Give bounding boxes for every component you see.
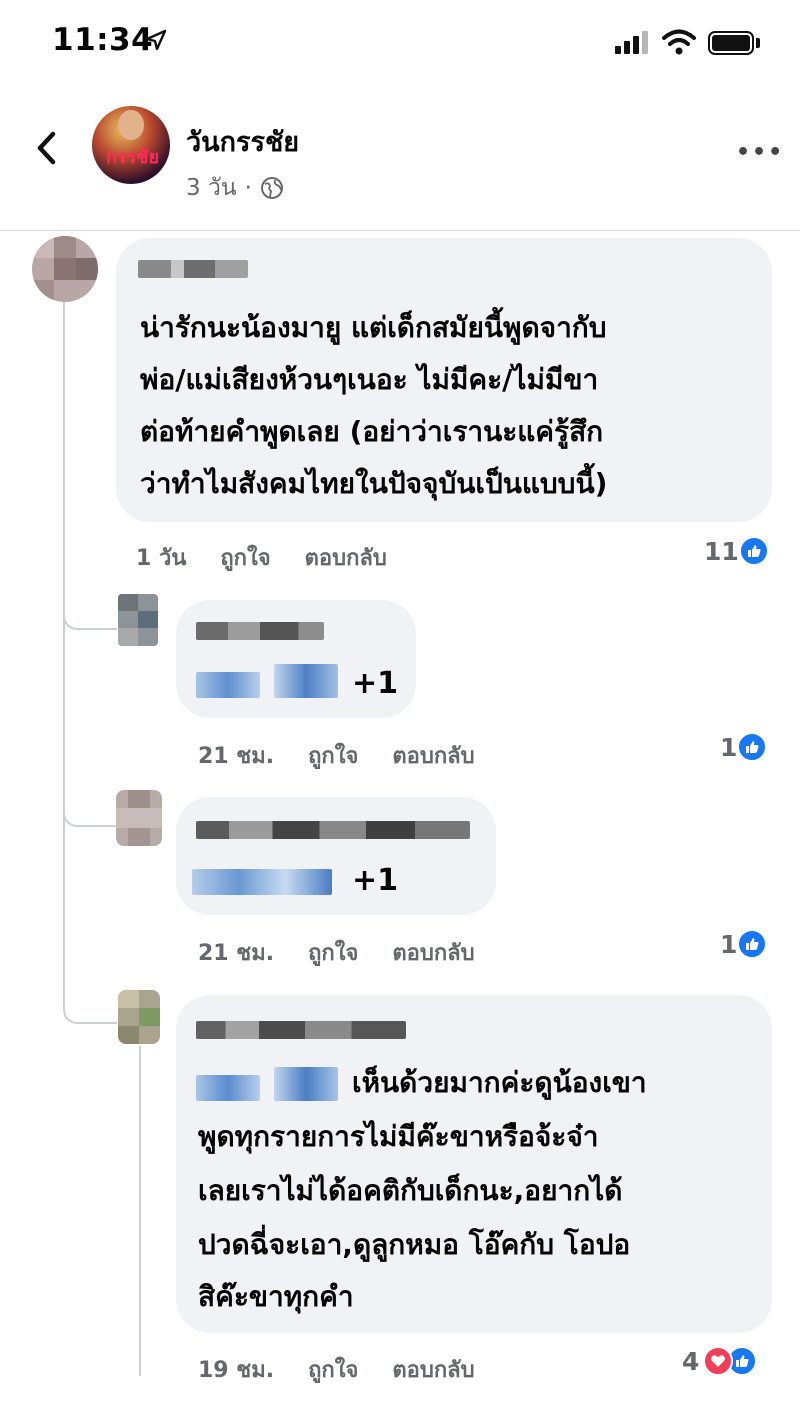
comment-text-line: พูดทุกรายการไม่มีค๊ะขาหรือจ้ะจ๋า xyxy=(198,1120,599,1153)
comment-text-line: ต่อท้ายคำพูดเลย (อย่าว่าเรานะแค่รู้สึก xyxy=(140,415,604,448)
status-time: 11:34 xyxy=(52,22,154,58)
signal-icon xyxy=(615,30,655,54)
comment-bubble[interactable]: น่ารักนะน้องมายู แต่เด็กสมัยนี้พูดจากับ … xyxy=(116,238,772,522)
battery-nub xyxy=(756,38,760,48)
post-meta: 3 วัน · xyxy=(186,170,284,206)
thread-branch xyxy=(63,994,117,1024)
blurred-mention-tag xyxy=(274,1067,338,1101)
avatar-face xyxy=(118,110,144,140)
comment-bubble[interactable]: +1 xyxy=(176,600,416,718)
status-bar: 11:34 xyxy=(0,0,800,90)
location-arrow-icon xyxy=(145,29,167,51)
comment-text: +1 xyxy=(352,666,399,701)
comment-actions: 21 ชม. ถูกใจ ตอบกลับ xyxy=(198,738,475,773)
battery-icon xyxy=(708,31,754,55)
reaction-number: 1 xyxy=(720,929,738,959)
back-chevron-icon[interactable] xyxy=(28,128,68,168)
comment-time[interactable]: 19 ชม. xyxy=(198,1352,274,1387)
thread-line xyxy=(63,302,65,1007)
comment-actions: 1 วัน ถูกใจ ตอบกลับ xyxy=(136,540,387,575)
blurred-mention-tag xyxy=(196,672,260,698)
comment-text-line: น่ารักนะน้องมายู แต่เด็กสมัยนี้พูดจากับ xyxy=(140,311,607,344)
page-name[interactable]: วันกรรชัย xyxy=(186,120,299,163)
commenter-avatar[interactable] xyxy=(118,990,160,1044)
more-icon[interactable]: ••• xyxy=(736,140,784,165)
comment-text-line: พ่อ/แม่เสียงห้วนๆเนอะ ไม่มีคะ/ไม่มีขา xyxy=(140,363,599,396)
blurred-mention-tag xyxy=(196,1075,260,1101)
like-icon xyxy=(737,929,768,959)
blurred-author-name xyxy=(138,260,248,278)
blurred-mention-tag xyxy=(274,664,338,698)
post-age[interactable]: 3 วัน xyxy=(186,170,237,206)
like-action[interactable]: ถูกใจ xyxy=(308,1352,358,1387)
wifi-icon xyxy=(662,29,696,55)
commenter-avatar[interactable] xyxy=(32,236,98,302)
reaction-number: 11 xyxy=(704,536,739,566)
thread-branch xyxy=(63,600,117,630)
comment-text-line: ปวดฉี่จะเอา,ดูลูกหมอ โอ๊คกับ โอปอ xyxy=(198,1228,631,1261)
comment-text-line: เห็นด้วยมากค่ะดูน้องเขา xyxy=(352,1066,647,1099)
globe-icon xyxy=(260,177,283,199)
avatar-logo: กรรชัย xyxy=(106,147,159,168)
reaction-number: 1 xyxy=(720,732,738,762)
comment-actions: 19 ชม. ถูกใจ ตอบกลับ xyxy=(198,1352,475,1387)
blurred-author-name xyxy=(196,622,324,640)
comment-text-line: เลยเราไม่ได้อคติกับเด็กนะ,อยากได้ xyxy=(198,1174,623,1207)
reply-action[interactable]: ตอบกลับ xyxy=(305,540,387,575)
like-icon xyxy=(737,732,768,762)
love-icon xyxy=(703,1346,734,1376)
reply-action[interactable]: ตอบกลับ xyxy=(392,935,474,970)
page-avatar[interactable]: กรรชัย xyxy=(92,106,170,184)
reaction-count[interactable]: 1 xyxy=(720,732,768,762)
blurred-mention-tag xyxy=(192,869,332,895)
comment-actions: 21 ชม. ถูกใจ ตอบกลับ xyxy=(198,935,475,970)
reaction-count[interactable]: 4 xyxy=(682,1346,758,1376)
post-header: กรรชัย วันกรรชัย 3 วัน · ••• xyxy=(0,92,800,231)
like-action[interactable]: ถูกใจ xyxy=(308,738,358,773)
commenter-avatar[interactable] xyxy=(118,594,158,646)
comment-time[interactable]: 21 ชม. xyxy=(198,935,274,970)
reaction-count[interactable]: 1 xyxy=(720,929,768,959)
like-icon xyxy=(738,536,769,566)
like-action[interactable]: ถูกใจ xyxy=(220,540,270,575)
blurred-author-name xyxy=(196,1021,406,1039)
comment-time[interactable]: 21 ชม. xyxy=(198,738,274,773)
reply-action[interactable]: ตอบกลับ xyxy=(392,1352,474,1387)
comment-time[interactable]: 1 วัน xyxy=(136,540,186,575)
comment-text: +1 xyxy=(352,863,399,898)
reply-thread-line xyxy=(139,1046,141,1376)
reply-action[interactable]: ตอบกลับ xyxy=(392,738,474,773)
meta-separator: · xyxy=(244,175,252,201)
comment-text-line: สิค๊ะขาทุกคำ xyxy=(198,1280,354,1313)
thread-branch xyxy=(63,797,117,827)
comment-text-line: ว่าทำไมสังคมไทยในปัจจุบันเป็นแบบนี้) xyxy=(140,467,608,500)
reaction-number: 4 xyxy=(682,1346,700,1376)
comment-bubble[interactable]: เห็นด้วยมากค่ะดูน้องเขา พูดทุกรายการไม่ม… xyxy=(176,995,772,1333)
reaction-count[interactable]: 11 xyxy=(704,536,769,566)
blurred-author-name xyxy=(196,821,470,839)
commenter-avatar[interactable] xyxy=(116,790,162,846)
like-action[interactable]: ถูกใจ xyxy=(308,935,358,970)
comment-bubble[interactable]: +1 xyxy=(176,797,496,915)
